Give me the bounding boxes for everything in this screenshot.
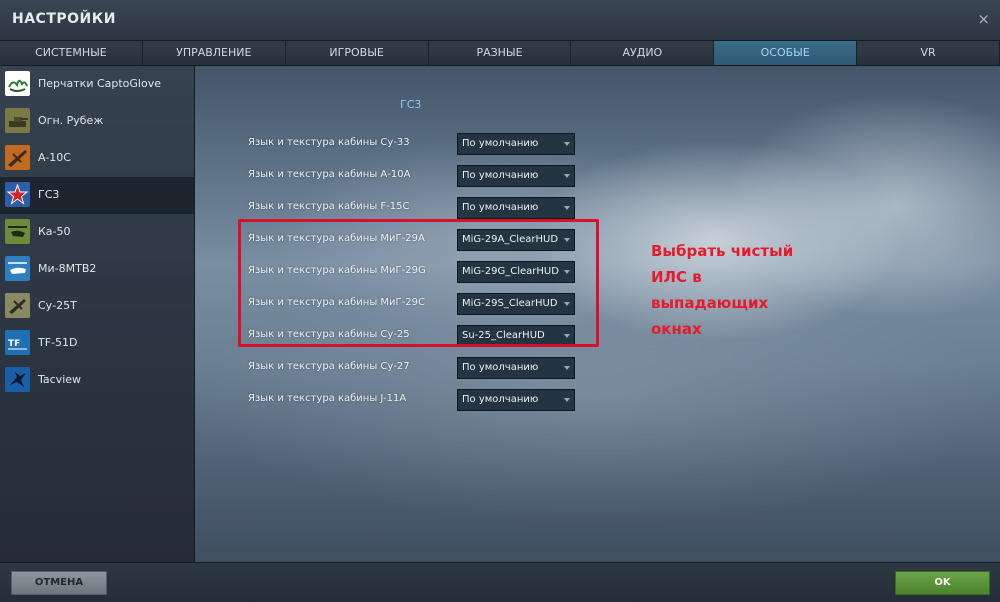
tank-icon [5, 108, 30, 133]
chevron-down-icon [564, 206, 570, 210]
chevron-down-icon [564, 174, 570, 178]
tacview-bird-icon [5, 367, 30, 392]
cockpit-select-su33[interactable]: По умолчанию [457, 133, 575, 155]
chevron-down-icon [564, 366, 570, 370]
sidebar-item-label: Перчатки CaptoGlove [38, 77, 161, 90]
sidebar-item-ka50[interactable]: Ка-50 [0, 214, 194, 251]
setting-label: Язык и текстура кабины Су-27 [248, 361, 410, 372]
close-icon[interactable]: × [977, 10, 990, 28]
sidebar-item-tf51d[interactable]: TF TF-51D [0, 325, 194, 362]
setting-label: Язык и текстура кабины А-10А [248, 169, 411, 180]
chevron-down-icon [564, 398, 570, 402]
sidebar-item-label: Ка-50 [38, 225, 71, 238]
setting-label: Язык и текстура кабины F-15C [248, 201, 410, 212]
helicopter-ka50-icon [5, 219, 30, 244]
tab-gameplay[interactable]: ИГРОВЫЕ [285, 41, 429, 65]
chevron-down-icon [564, 142, 570, 146]
sidebar-item-tacview[interactable]: Tacview [0, 362, 194, 399]
sidebar-item-label: Tacview [38, 373, 82, 386]
tab-system[interactable]: СИСТЕМНЫЕ [0, 41, 143, 65]
cockpit-select-f15c[interactable]: По умолчанию [457, 197, 575, 219]
tab-bar: СИСТЕМНЫЕ УПРАВЛЕНИЕ ИГРОВЫЕ РАЗНЫЕ АУДИ… [0, 41, 1000, 66]
sidebar-item-captoglove[interactable]: Перчатки CaptoGlove [0, 66, 194, 103]
tab-misc[interactable]: РАЗНЫЕ [428, 41, 572, 65]
section-title: ГС3 [400, 98, 422, 111]
sidebar-item-combined-arms[interactable]: Огн. Рубеж [0, 103, 194, 140]
red-star-icon [5, 182, 30, 207]
sidebar-item-su25t[interactable]: Су-25Т [0, 288, 194, 325]
settings-window: НАСТРОЙКИ × СИСТЕМНЫЕ УПРАВЛЕНИЕ ИГРОВЫЕ… [0, 0, 1000, 602]
aircraft-a10-icon [5, 145, 30, 170]
sidebar-item-fc3[interactable]: ГС3 [0, 177, 194, 214]
sidebar-item-label: Су-25Т [38, 299, 77, 312]
annotation-highlight-box [238, 219, 599, 347]
select-value: По умолчанию [462, 138, 539, 149]
ok-button[interactable]: OK [895, 571, 990, 595]
sidebar-item-label: TF-51D [38, 336, 78, 349]
select-value: По умолчанию [462, 362, 539, 373]
window-title: НАСТРОЙКИ [12, 11, 116, 27]
sidebar-item-label: A-10C [38, 151, 71, 164]
tab-vr[interactable]: VR [857, 41, 1000, 65]
cockpit-select-su27[interactable]: По умолчанию [457, 357, 575, 379]
svg-text:TF: TF [8, 339, 20, 349]
sidebar-item-a10c[interactable]: A-10C [0, 140, 194, 177]
sidebar-item-label: Ми-8МТВ2 [38, 262, 97, 275]
settings-panel: ГС3 Язык и текстура кабины Су-33 По умол… [195, 66, 1000, 562]
tab-audio[interactable]: АУДИО [571, 41, 715, 65]
sidebar-item-label: Огн. Рубеж [38, 114, 104, 127]
aircraft-su25t-icon [5, 293, 30, 318]
setting-label: Язык и текстура кабины Су-33 [248, 137, 410, 148]
hand-logo-icon [5, 71, 30, 96]
select-value: По умолчанию [462, 170, 539, 181]
tf51d-logo-icon: TF [5, 330, 30, 355]
footer-bar: ОТМЕНА OK [0, 562, 1000, 602]
cockpit-select-a10a[interactable]: По умолчанию [457, 165, 575, 187]
sidebar-item-mi8[interactable]: Ми-8МТВ2 [0, 251, 194, 288]
setting-label: Язык и текстура кабины J-11A [248, 393, 407, 404]
annotation-text: Выбрать чистый ИЛС в выпадающих окнах [651, 242, 794, 338]
select-value: По умолчанию [462, 394, 539, 405]
cockpit-select-j11a[interactable]: По умолчанию [457, 389, 575, 411]
module-sidebar: Перчатки CaptoGlove Огн. Рубеж A-10C ГС3… [0, 66, 195, 562]
title-bar: НАСТРОЙКИ × [0, 0, 1000, 41]
tab-controls[interactable]: УПРАВЛЕНИЕ [142, 41, 286, 65]
helicopter-mi8-icon [5, 256, 30, 281]
tab-special[interactable]: ОСОБЫЕ [714, 41, 858, 65]
select-value: По умолчанию [462, 202, 539, 213]
cancel-button[interactable]: ОТМЕНА [11, 571, 107, 595]
sidebar-item-label: ГС3 [38, 188, 60, 201]
